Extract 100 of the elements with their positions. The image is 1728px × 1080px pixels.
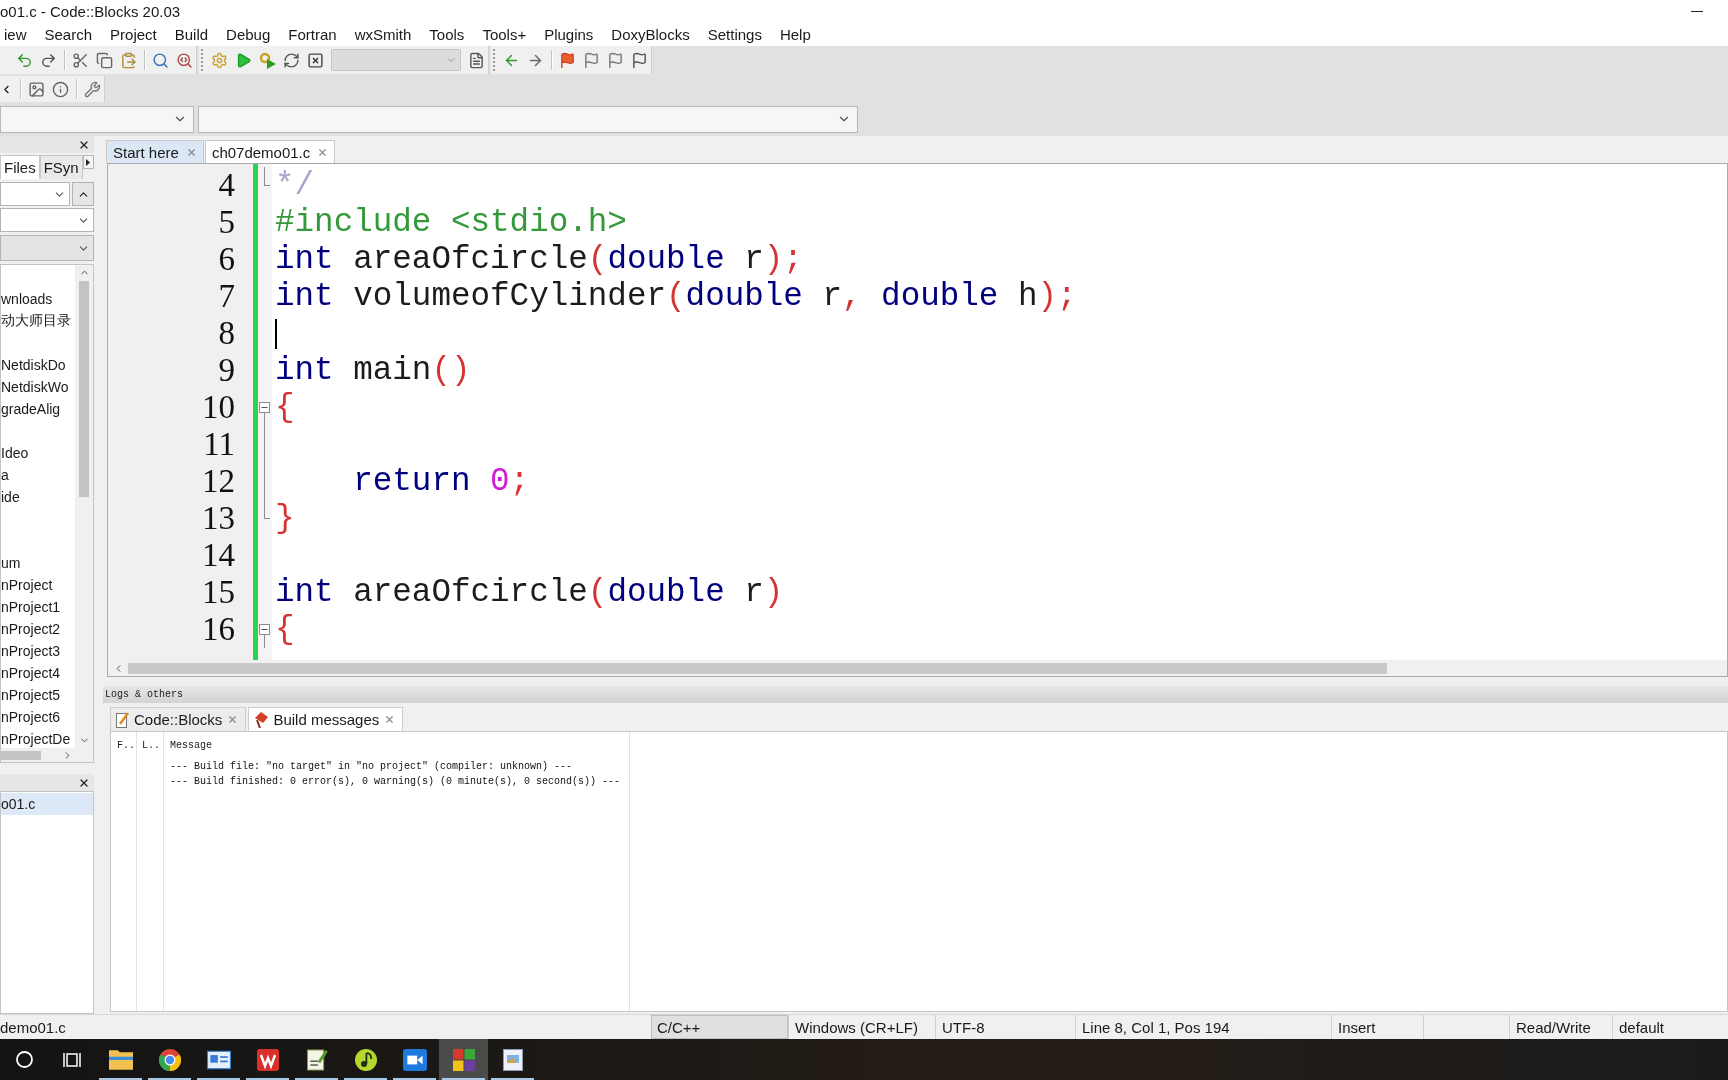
line-number: 12: [202, 463, 235, 500]
status-field: C/C++: [651, 1015, 788, 1039]
window-title: o01.c - Code::Blocks 20.03: [0, 3, 181, 20]
line-number: 8: [218, 315, 235, 352]
pencil-document-icon: [116, 711, 129, 728]
file-list-item[interactable]: o01.c: [1, 793, 93, 815]
triangle-right-icon: [86, 158, 91, 166]
line-number: 7: [218, 278, 235, 315]
flag-icon[interactable]: [631, 51, 648, 69]
menu-item[interactable]: Help: [779, 24, 811, 45]
dropdown-field[interactable]: [0, 182, 70, 206]
editor-tab[interactable]: Start here: [106, 140, 204, 163]
tree-item[interactable]: nProjectDe: [1, 731, 71, 747]
tree-item[interactable]: NetdiskDo: [1, 357, 66, 373]
tree-item[interactable]: ide: [1, 489, 20, 505]
tree-item[interactable]: um: [1, 555, 21, 571]
flag-icon[interactable]: [583, 51, 600, 69]
tree-item[interactable]: nProject5: [1, 687, 61, 703]
refresh-icon[interactable]: [283, 51, 300, 69]
scrollbar-thumb[interactable]: [1, 750, 41, 760]
column-header[interactable]: F..: [117, 739, 135, 753]
scrollbar-thumb[interactable]: [128, 662, 1387, 674]
menu-item[interactable]: Search: [44, 24, 93, 45]
menu-item[interactable]: DoxyBlocks: [611, 24, 690, 45]
log-message: --- Build file: "no target" in "no project" (compiler: unknown) ---: [170, 760, 573, 774]
horizontal-scrollbar[interactable]: [1, 748, 93, 762]
code-line: {: [275, 611, 295, 648]
tree-item[interactable]: gradeAlig: [1, 401, 61, 417]
editor-tab[interactable]: ch07demo01.c: [204, 140, 336, 163]
task-view-icon[interactable]: [63, 1051, 81, 1068]
menu-item[interactable]: Fortran: [288, 24, 337, 45]
wrench-icon[interactable]: [84, 80, 101, 98]
copy-icon[interactable]: [96, 51, 113, 69]
line-number: 13: [202, 500, 235, 537]
flag-icon[interactable]: [607, 51, 624, 69]
close-square-icon[interactable]: [307, 51, 324, 69]
tree-item[interactable]: nProject6: [1, 709, 61, 725]
undo-icon[interactable]: [16, 51, 33, 69]
ring-play-icon[interactable]: [259, 51, 276, 69]
info-icon[interactable]: [52, 80, 69, 98]
dropdown-field[interactable]: [0, 105, 194, 133]
menu-item[interactable]: Tools: [429, 24, 465, 45]
column-header[interactable]: L..: [142, 739, 160, 753]
up-button[interactable]: [72, 182, 94, 206]
panel-tab[interactable]: FSyn: [39, 155, 83, 179]
video-camera-icon: [402, 1048, 427, 1071]
log-tab[interactable]: Build messages: [248, 707, 404, 731]
tree-item[interactable]: nProject2: [1, 621, 61, 637]
paste-icon[interactable]: [120, 51, 137, 69]
folder-icon: [108, 1048, 133, 1071]
menu-item[interactable]: Plugins: [544, 24, 594, 45]
menu-item[interactable]: Settings: [707, 24, 762, 45]
document-icon[interactable]: [468, 51, 485, 69]
menu-item[interactable]: Project: [110, 24, 157, 45]
circle-icon[interactable]: [15, 1051, 33, 1068]
code-search-icon[interactable]: [176, 51, 193, 69]
tree-item[interactable]: nProject: [1, 577, 53, 593]
dropdown-field[interactable]: [198, 105, 858, 133]
image-icon[interactable]: [28, 80, 45, 98]
status-text: UTF-8: [942, 1018, 985, 1036]
horizontal-scrollbar[interactable]: [108, 660, 1727, 676]
tree-item[interactable]: NetdiskWo: [1, 379, 69, 395]
scissors-icon[interactable]: [72, 51, 89, 69]
notepad-icon: [304, 1048, 329, 1071]
menu-item[interactable]: wxSmith: [354, 24, 412, 45]
play-icon[interactable]: [235, 51, 252, 69]
line-number: 6: [218, 241, 235, 278]
tree-item[interactable]: Ideo: [1, 445, 29, 461]
column-header[interactable]: Message: [170, 739, 212, 753]
fold-end-marker: [264, 167, 270, 186]
flag-icon[interactable]: [559, 51, 576, 69]
panel-tab[interactable]: Files: [0, 155, 40, 179]
line-number: 4: [218, 167, 235, 204]
redo-icon[interactable]: [40, 51, 57, 69]
collapse-icon[interactable]: [259, 402, 270, 413]
vertical-scrollbar[interactable]: [75, 265, 93, 748]
dropdown-field[interactable]: [0, 208, 94, 232]
menu-item[interactable]: Tools+: [482, 24, 527, 45]
collapse-icon[interactable]: [259, 624, 270, 635]
scrollbar-thumb[interactable]: [79, 281, 89, 497]
tree-item[interactable]: nProject3: [1, 643, 61, 659]
line-number: 14: [202, 537, 235, 574]
log-tab[interactable]: Code::Blocks: [110, 707, 247, 731]
tree-item[interactable]: wnloads: [1, 291, 53, 307]
tree-item[interactable]: nProject1: [1, 599, 61, 615]
card-icon: [206, 1048, 231, 1071]
status-text: Insert: [1338, 1018, 1376, 1036]
menu-item[interactable]: Debug: [226, 24, 271, 45]
search-icon[interactable]: [152, 51, 169, 69]
status-text: demo01.c: [0, 1018, 66, 1036]
menu-item[interactable]: iew: [4, 24, 27, 45]
line-number: 10: [202, 389, 235, 426]
dropdown-field[interactable]: [0, 235, 94, 261]
code-line: return 0;: [353, 463, 530, 500]
panel-title: Logs & others: [105, 689, 183, 700]
tree-item[interactable]: a: [1, 467, 9, 483]
tree-item[interactable]: 动大师目录: [1, 312, 71, 330]
status-text: Line 8, Col 1, Pos 194: [1082, 1018, 1230, 1036]
menu-item[interactable]: Build: [174, 24, 209, 45]
tree-item[interactable]: nProject4: [1, 665, 61, 681]
